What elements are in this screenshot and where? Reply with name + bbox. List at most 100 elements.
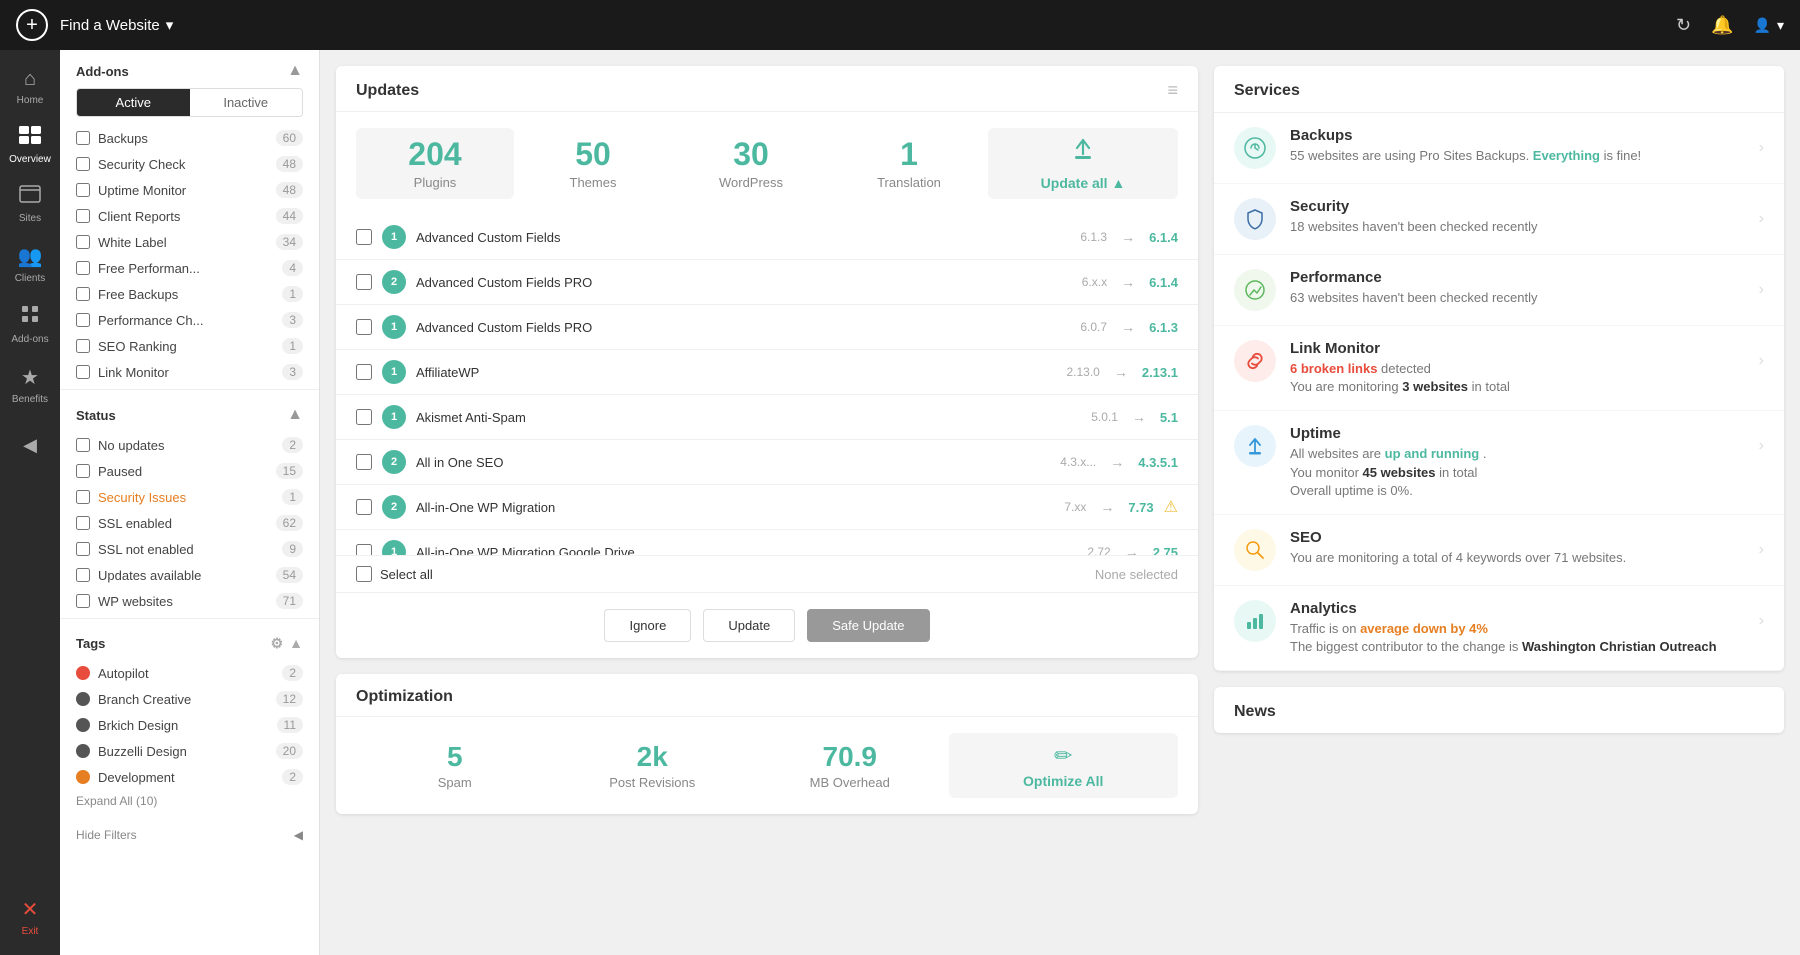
- addon-label-perfcheck: Performance Ch...: [98, 313, 204, 328]
- status-updates-available[interactable]: Updates available 54: [60, 562, 319, 588]
- safe-update-button[interactable]: Safe Update: [807, 609, 929, 642]
- expand-all-tags[interactable]: Expand All (10): [60, 790, 319, 812]
- addon-item-freebackups[interactable]: Free Backups 1: [60, 281, 319, 307]
- stat-themes[interactable]: 50 Themes: [514, 128, 672, 199]
- addon-item-uptime[interactable]: Uptime Monitor 48: [60, 177, 319, 203]
- plugin-checkbox-7[interactable]: [356, 544, 372, 555]
- stat-wp-number: 30: [733, 136, 769, 173]
- addon-item-clientreports[interactable]: Client Reports 44: [60, 203, 319, 229]
- updates-menu-icon[interactable]: ≡: [1167, 80, 1178, 101]
- addon-checkbox-clientreports[interactable]: [76, 209, 90, 223]
- bell-icon[interactable]: 🔔: [1711, 15, 1733, 36]
- addons-toggle-icon[interactable]: ▲: [287, 62, 303, 80]
- status-ssl-enabled[interactable]: SSL enabled 62: [60, 510, 319, 536]
- plugin-checkbox-5[interactable]: [356, 454, 372, 470]
- plugin-checkbox-6[interactable]: [356, 499, 372, 515]
- status-security-issues[interactable]: Security Issues 1: [60, 484, 319, 510]
- stat-wordpress[interactable]: 30 WordPress: [672, 128, 830, 199]
- opt-stat-spam[interactable]: 5 Spam: [356, 733, 554, 798]
- tag-buzzelli[interactable]: Buzzelli Design 20: [60, 738, 319, 764]
- status-label-wp: WP websites: [98, 594, 173, 609]
- addon-item-linkmonitor[interactable]: Link Monitor 3: [60, 359, 319, 385]
- update-all-button[interactable]: Update all ▲: [988, 128, 1178, 199]
- addon-checkbox-freeperf[interactable]: [76, 261, 90, 275]
- tags-toggle-icon[interactable]: ▲: [289, 635, 303, 652]
- addon-checkbox-perfcheck[interactable]: [76, 313, 90, 327]
- sidebar-item-addons[interactable]: Add-ons: [0, 294, 60, 355]
- hide-filters[interactable]: Hide Filters ◀: [60, 812, 319, 846]
- exit-icon: ✕: [22, 897, 39, 922]
- opt-stat-revisions[interactable]: 2k Post Revisions: [554, 733, 752, 798]
- nav-collapse-btn[interactable]: ◀: [0, 425, 60, 466]
- stat-translation[interactable]: 1 Translation: [830, 128, 988, 199]
- tab-active[interactable]: Active: [77, 89, 190, 116]
- plugin-checkbox-4[interactable]: [356, 409, 372, 425]
- addon-item-whitelabel[interactable]: White Label 34: [60, 229, 319, 255]
- status-checkbox-security[interactable]: [76, 490, 90, 504]
- addon-checkbox-freebackups[interactable]: [76, 287, 90, 301]
- sidebar-item-sites[interactable]: Sites: [0, 175, 60, 234]
- status-checkbox-ssl-not-enabled[interactable]: [76, 542, 90, 556]
- status-ssl-not-enabled[interactable]: SSL not enabled 9: [60, 536, 319, 562]
- status-wp-websites[interactable]: WP websites 71: [60, 588, 319, 614]
- tag-autopilot[interactable]: Autopilot 2: [60, 660, 319, 686]
- warning-icon-6: ⚠: [1164, 497, 1178, 517]
- update-button[interactable]: Update: [703, 609, 795, 642]
- addon-checkbox-uptime[interactable]: [76, 183, 90, 197]
- find-website-dropdown[interactable]: Find a Website ▾: [60, 16, 173, 34]
- addon-checkbox-backups[interactable]: [76, 131, 90, 145]
- sidebar-item-home[interactable]: ⌂ Home: [0, 58, 60, 116]
- status-paused[interactable]: Paused 15: [60, 458, 319, 484]
- status-checkbox-ssl-enabled[interactable]: [76, 516, 90, 530]
- service-item-performance[interactable]: Performance 63 websites haven't been che…: [1214, 255, 1784, 326]
- addon-item-perfcheck[interactable]: Performance Ch... 3: [60, 307, 319, 333]
- addon-checkbox-seoranking[interactable]: [76, 339, 90, 353]
- addon-checkbox-whitelabel[interactable]: [76, 235, 90, 249]
- plugin-arrow-5: →: [1110, 454, 1124, 470]
- service-item-backups[interactable]: Backups 55 websites are using Pro Sites …: [1214, 113, 1784, 184]
- status-label-ssl-not-enabled: SSL not enabled: [98, 542, 194, 557]
- sidebar-item-clients[interactable]: 👥 Clients: [0, 234, 60, 294]
- service-desc-security: 18 websites haven't been checked recentl…: [1290, 218, 1745, 236]
- select-all-checkbox[interactable]: [356, 566, 372, 582]
- add-button[interactable]: +: [16, 9, 48, 41]
- service-item-analytics[interactable]: Analytics Traffic is on average down by …: [1214, 586, 1784, 671]
- status-count-ssl-enabled: 62: [276, 515, 303, 531]
- addon-checkbox-security[interactable]: [76, 157, 90, 171]
- plugin-checkbox-1[interactable]: [356, 274, 372, 290]
- plugin-checkbox-0[interactable]: [356, 229, 372, 245]
- service-item-security[interactable]: Security 18 websites haven't been checke…: [1214, 184, 1784, 255]
- plugin-to-2: 6.1.3: [1149, 320, 1178, 335]
- addon-item-freeperf[interactable]: Free Performan... 4: [60, 255, 319, 281]
- opt-stat-overhead[interactable]: 70.9 MB Overhead: [751, 733, 949, 798]
- user-menu[interactable]: 👤 ▾: [1754, 17, 1784, 34]
- stat-themes-label: Themes: [570, 175, 617, 190]
- status-no-updates[interactable]: No updates 2: [60, 432, 319, 458]
- status-checkbox-wp[interactable]: [76, 594, 90, 608]
- addon-item-seoranking[interactable]: SEO Ranking 1: [60, 333, 319, 359]
- sidebar-item-benefits[interactable]: ★ Benefits: [0, 355, 60, 415]
- addon-item-backups[interactable]: Backups 60: [60, 125, 319, 151]
- optimize-all-button[interactable]: ✏ Optimize All: [949, 733, 1179, 798]
- service-item-seo[interactable]: SEO You are monitoring a total of 4 keyw…: [1214, 515, 1784, 586]
- service-item-linkmonitor[interactable]: Link Monitor 6 broken links detectedYou …: [1214, 326, 1784, 411]
- refresh-icon[interactable]: ↻: [1676, 15, 1691, 36]
- ignore-button[interactable]: Ignore: [604, 609, 691, 642]
- tag-settings-icon[interactable]: ⚙: [271, 635, 284, 652]
- tag-brkich-design[interactable]: Brkich Design 11: [60, 712, 319, 738]
- status-toggle-icon[interactable]: ▲: [287, 406, 303, 424]
- tag-branch-creative[interactable]: Branch Creative 12: [60, 686, 319, 712]
- status-checkbox-paused[interactable]: [76, 464, 90, 478]
- service-item-uptime[interactable]: Uptime All websites are up and running .…: [1214, 411, 1784, 515]
- stat-plugins[interactable]: 204 Plugins: [356, 128, 514, 199]
- addon-item-security[interactable]: Security Check 48: [60, 151, 319, 177]
- status-checkbox-updates[interactable]: [76, 568, 90, 582]
- plugin-checkbox-3[interactable]: [356, 364, 372, 380]
- sidebar-item-exit[interactable]: ✕ Exit: [0, 887, 60, 947]
- status-checkbox-noupdates[interactable]: [76, 438, 90, 452]
- sidebar-item-overview[interactable]: Overview: [0, 116, 60, 175]
- addon-checkbox-linkmonitor[interactable]: [76, 365, 90, 379]
- tag-development[interactable]: Development 2: [60, 764, 319, 790]
- tab-inactive[interactable]: Inactive: [190, 89, 303, 116]
- plugin-checkbox-2[interactable]: [356, 319, 372, 335]
